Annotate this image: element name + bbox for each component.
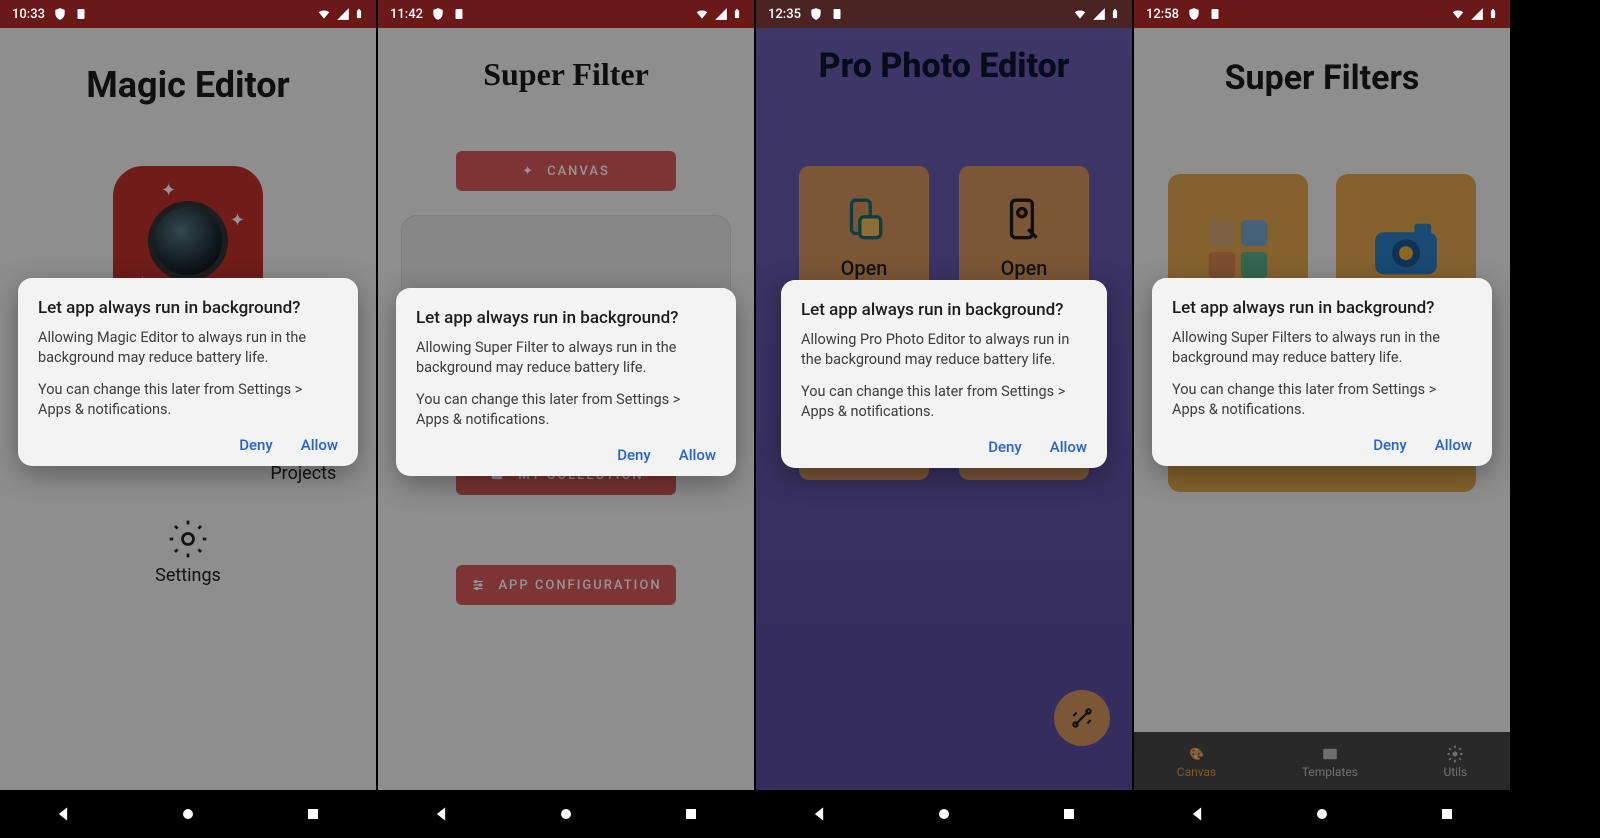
- dialog-title: Let app always run in background?: [1172, 298, 1472, 318]
- android-nav-bar: [1134, 790, 1510, 838]
- deny-button[interactable]: Deny: [1373, 436, 1407, 454]
- dialog-body-1: Allowing Super Filters to always run in …: [1172, 328, 1472, 368]
- card-icon: [831, 7, 843, 21]
- status-bar: 12:58: [1134, 0, 1510, 28]
- battery-icon: [1488, 6, 1498, 22]
- home-button[interactable]: [556, 804, 576, 824]
- recents-button[interactable]: [681, 804, 701, 824]
- allow-button[interactable]: Allow: [1435, 436, 1472, 454]
- dialog-body-2: You can change this later from Settings …: [1172, 380, 1472, 420]
- status-bar: 10:33: [0, 0, 376, 28]
- allow-button[interactable]: Allow: [1050, 438, 1087, 456]
- dialog-body-1: Allowing Super Filter to always run in t…: [416, 338, 716, 378]
- deny-button[interactable]: Deny: [988, 438, 1022, 456]
- background-permission-dialog: Let app always run in background? Allowi…: [781, 280, 1107, 468]
- dialog-title: Let app always run in background?: [801, 300, 1087, 320]
- back-button[interactable]: [431, 804, 451, 824]
- signal-icon: [1092, 7, 1106, 21]
- shield-icon: [809, 7, 823, 21]
- recents-button[interactable]: [1437, 804, 1457, 824]
- allow-button[interactable]: Allow: [301, 436, 338, 454]
- status-bar: 12:35: [756, 0, 1132, 28]
- screen-magic-editor: 10:33 Magic Editor ✦ ✦ ✦ Open Gallery Op…: [0, 0, 378, 838]
- signal-icon: [714, 7, 728, 21]
- wifi-icon: [694, 7, 710, 21]
- wifi-icon: [316, 7, 332, 21]
- dialog-title: Let app always run in background?: [416, 308, 716, 328]
- android-nav-bar: [756, 790, 1132, 838]
- signal-icon: [1470, 7, 1484, 21]
- home-button[interactable]: [934, 804, 954, 824]
- allow-button[interactable]: Allow: [679, 446, 716, 464]
- home-button[interactable]: [1312, 804, 1332, 824]
- shield-icon: [431, 7, 445, 21]
- dialog-title: Let app always run in background?: [38, 298, 338, 318]
- battery-icon: [1110, 6, 1120, 22]
- background-permission-dialog: Let app always run in background? Allowi…: [1152, 278, 1492, 466]
- shield-icon: [53, 7, 67, 21]
- dialog-body-1: Allowing Pro Photo Editor to always run …: [801, 330, 1087, 370]
- shield-icon: [1187, 7, 1201, 21]
- back-button[interactable]: [53, 804, 73, 824]
- screen-pro-photo-editor: 12:35 Pro Photo Editor Open Open Open Ed…: [756, 0, 1134, 838]
- status-time: 11:42: [390, 7, 423, 22]
- deny-button[interactable]: Deny: [239, 436, 273, 454]
- wifi-icon: [1450, 7, 1466, 21]
- home-button[interactable]: [178, 804, 198, 824]
- card-icon: [453, 7, 465, 21]
- dialog-body-2: You can change this later from Settings …: [801, 382, 1087, 422]
- background-permission-dialog: Let app always run in background? Allowi…: [396, 288, 736, 476]
- card-icon: [75, 7, 87, 21]
- wifi-icon: [1072, 7, 1088, 21]
- status-time: 10:33: [12, 7, 45, 22]
- status-time: 12:58: [1146, 7, 1179, 22]
- dialog-body-2: You can change this later from Settings …: [38, 380, 338, 420]
- dialog-body-1: Allowing Magic Editor to always run in t…: [38, 328, 338, 368]
- battery-icon: [354, 6, 364, 22]
- recents-button[interactable]: [1059, 804, 1079, 824]
- signal-icon: [336, 7, 350, 21]
- screen-super-filters: 12:58 Super Filters: [1134, 0, 1512, 838]
- background-permission-dialog: Let app always run in background? Allowi…: [18, 278, 358, 466]
- deny-button[interactable]: Deny: [617, 446, 651, 464]
- back-button[interactable]: [809, 804, 829, 824]
- dialog-body-2: You can change this later from Settings …: [416, 390, 716, 430]
- android-nav-bar: [378, 790, 754, 838]
- battery-icon: [732, 6, 742, 22]
- card-icon: [1209, 7, 1221, 21]
- android-nav-bar: [0, 790, 376, 838]
- back-button[interactable]: [1187, 804, 1207, 824]
- recents-button[interactable]: [303, 804, 323, 824]
- status-time: 12:35: [768, 7, 801, 22]
- status-bar: 11:42: [378, 0, 754, 28]
- screen-super-filter: 11:42 Super Filter ✦ CANVAS Don't allow …: [378, 0, 756, 838]
